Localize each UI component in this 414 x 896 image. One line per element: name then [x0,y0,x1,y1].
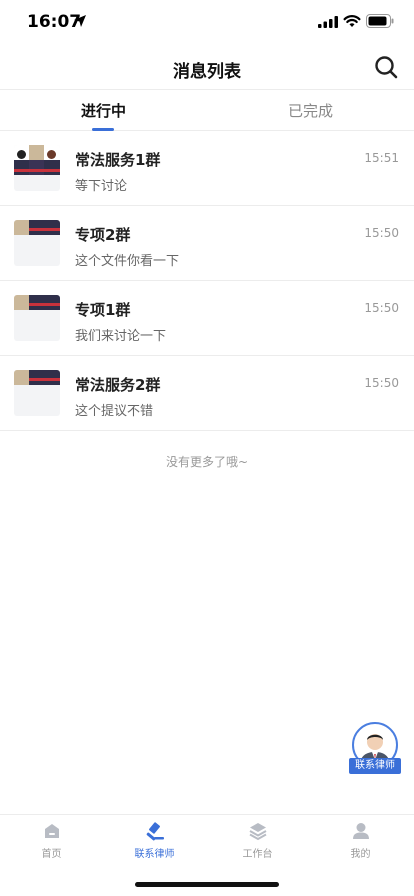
tab-ongoing-label: 进行中 [80,102,126,120]
nav-home-label: 首页 [41,849,62,860]
group-avatar [14,220,60,266]
tab-ongoing[interactable]: 进行中 [0,91,207,131]
chat-name: 常法服务1群 [75,151,161,169]
home-icon [44,824,59,838]
contact-lawyer-float-button[interactable]: 联系律师 [349,720,401,774]
chat-preview: 我们来讨论一下 [75,329,167,344]
tab-completed[interactable]: 已完成 [207,91,414,131]
nav-workbench-label: 工作台 [242,849,273,860]
battery-icon [366,14,394,28]
home-indicator [135,882,279,887]
chat-time: 15:51 [364,151,399,165]
wifi-icon [343,15,361,27]
nav-contact-lawyer[interactable]: 联系律师 [103,821,206,867]
chat-name: 专项2群 [75,226,131,244]
nav-workbench[interactable]: 工作台 [206,821,309,867]
chat-preview: 这个文件你看一下 [75,254,180,269]
chat-list-item[interactable]: 专项1群 我们来讨论一下 15:50 [0,281,414,356]
location-arrow-icon [74,15,86,27]
chat-time: 15:50 [364,226,399,240]
chat-name: 常法服务2群 [75,376,161,394]
nav-header: 消息列表 [0,44,414,90]
group-avatar [14,370,60,416]
cellular-signal-icon [318,16,338,28]
nav-mine-label: 我的 [350,849,371,860]
chat-time: 15:50 [364,301,399,315]
chat-name: 专项1群 [75,301,131,319]
group-avatar [14,295,60,341]
nav-home[interactable]: 首页 [0,821,103,867]
contact-lawyer-float-label: 联系律师 [349,758,401,774]
list-end-text: 没有更多了哦~ [165,455,249,469]
chat-list: 常法服务1群 等下讨论 15:51 专项2群 这个文件你看一下 15:50 专项… [0,131,414,431]
layers-icon [249,823,266,841]
chat-preview: 这个提议不错 [75,404,154,419]
tab-bar: 进行中 已完成 [0,91,414,131]
chat-list-item[interactable]: 专项2群 这个文件你看一下 15:50 [0,206,414,281]
chat-list-item[interactable]: 常法服务1群 等下讨论 15:51 [0,131,414,206]
gavel-icon [146,822,164,841]
chat-time: 15:50 [364,376,399,390]
search-button[interactable] [373,54,399,80]
chat-preview: 等下讨论 [75,179,128,194]
status-bar: 16:07 [0,0,414,44]
user-icon [352,823,369,839]
nav-mine[interactable]: 我的 [309,821,412,867]
page-title: 消息列表 [173,62,241,82]
search-icon [375,56,398,79]
group-avatar [14,145,60,191]
nav-contact-lawyer-label: 联系律师 [134,849,175,860]
tab-completed-label: 已完成 [287,102,333,120]
chat-list-item[interactable]: 常法服务2群 这个提议不错 15:50 [0,356,414,431]
